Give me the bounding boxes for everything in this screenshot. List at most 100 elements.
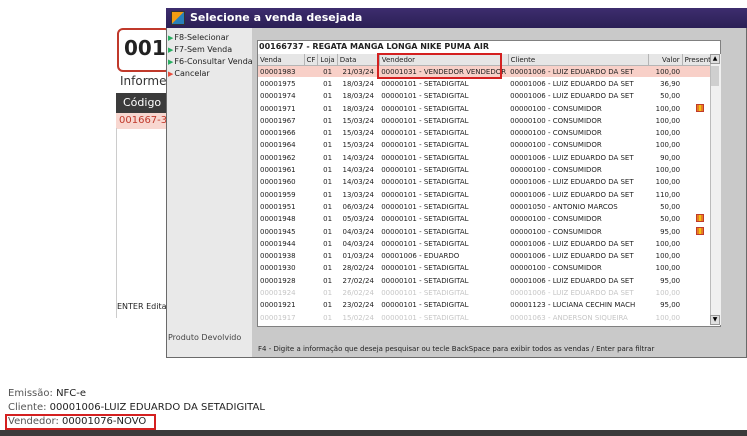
- cell-data: 21/03/24: [337, 65, 380, 79]
- table-row[interactable]: 00001964 01 15/03/24 00000101 - SETADIGITAL…: [258, 139, 718, 153]
- cell-data: 14/03/24: [337, 163, 380, 177]
- column-header-cliente[interactable]: Cliente: [508, 54, 649, 66]
- cell-venda: 00001974: [258, 90, 304, 103]
- produto-devolvido-button[interactable]: Produto Devolvido: [168, 333, 241, 342]
- cell-data: 15/03/24: [337, 139, 380, 153]
- cell-data: 06/03/24: [337, 200, 380, 214]
- cell-cliente: 00001063 - ANDERSON SIQUEIRA: [508, 311, 649, 325]
- cell-venda: 00001924: [258, 286, 304, 300]
- menu-f7-sem-venda[interactable]: ▶ F7-Sem Venda: [168, 45, 232, 54]
- vertical-scrollbar[interactable]: [710, 54, 721, 325]
- table-row[interactable]: 00001928 01 27/02/24 00000101 - SETADIGITAL…: [258, 274, 718, 288]
- cell-vendedor: 00001006 - EDUARDO: [379, 249, 509, 263]
- cell-cf: [304, 213, 318, 226]
- cell-valor: 100,00: [648, 176, 683, 189]
- cell-loja: 01: [317, 176, 338, 189]
- column-header-valor[interactable]: Valor: [648, 54, 683, 66]
- play-icon: ▶: [168, 69, 174, 78]
- cell-valor: 110,00: [648, 188, 683, 202]
- cell-venda: 00001964: [258, 139, 304, 153]
- cell-valor: 50,00: [648, 200, 683, 214]
- cell-cliente: 00000100 - CONSUMIDOR: [508, 213, 649, 226]
- scroll-up-icon[interactable]: ▲: [710, 54, 720, 64]
- table-row[interactable]: 00001930 01 28/02/24 00000101 - SETADIGITAL…: [258, 262, 718, 276]
- cliente-line: Cliente: 00001006-LUIZ EDUARDO DA SETADI…: [8, 402, 265, 413]
- cell-cliente: 00001006 - LUIZ EDUARDO DA SET: [508, 237, 649, 251]
- table-row[interactable]: 00001921 01 23/02/24 00000101 - SETADIGITAL…: [258, 299, 718, 312]
- emissao-value: NFC-e: [56, 388, 87, 399]
- cell-valor: 95,00: [648, 274, 683, 288]
- cell-cf: [304, 200, 318, 214]
- cell-valor: 100,00: [648, 65, 683, 79]
- cell-venda: 00001962: [258, 151, 304, 165]
- column-header-loja[interactable]: Loja: [317, 54, 338, 66]
- cell-vendedor: 00000101 - SETADIGITAL: [379, 77, 509, 91]
- cell-cf: [304, 188, 318, 202]
- cell-cf: [304, 176, 318, 189]
- table-row[interactable]: 00001948 01 05/03/24 00000101 - SETADIGITAL…: [258, 213, 718, 226]
- scrollbar-thumb[interactable]: [711, 66, 719, 86]
- table-row[interactable]: 00001960 01 14/03/24 00000101 - SETADIGITAL…: [258, 176, 718, 189]
- table-row[interactable]: 00001961 01 14/03/24 00000101 - SETADIGITAL…: [258, 163, 718, 177]
- cell-data: 15/03/24: [337, 126, 380, 140]
- cell-venda: 00001921: [258, 299, 304, 312]
- dialog-title: Selecione a venda desejada: [190, 11, 363, 24]
- table-row[interactable]: 00001959 01 13/03/24 00000101 - SETADIGITAL…: [258, 188, 718, 202]
- cell-cf: [304, 77, 318, 91]
- cell-cf: [304, 126, 318, 140]
- cell-venda: 00001951: [258, 200, 304, 214]
- cell-cf: [304, 151, 318, 165]
- menu-cancelar[interactable]: ▶ Cancelar: [168, 69, 210, 78]
- table-row[interactable]: 00001962 01 14/03/24 00000101 - SETADIGITAL…: [258, 151, 718, 165]
- cell-loja: 01: [317, 262, 338, 276]
- cell-cf: [304, 299, 318, 312]
- cell-loja: 01: [317, 311, 338, 325]
- gift-icon: [695, 214, 704, 223]
- column-header-venda[interactable]: Venda: [258, 54, 305, 66]
- cell-venda: 00001971: [258, 102, 304, 116]
- table-row[interactable]: 00001924 01 26/02/24 00000101 - SETADIGITAL…: [258, 286, 718, 300]
- cell-loja: 01: [317, 274, 338, 288]
- app-icon: [171, 11, 185, 25]
- cell-vendedor: 00000101 - SETADIGITAL: [379, 311, 509, 325]
- table-row[interactable]: 00001974 01 18/03/24 00000101 - SETADIGITAL…: [258, 90, 718, 103]
- scroll-down-icon[interactable]: ▼: [710, 315, 720, 325]
- cell-valor: 100,00: [648, 114, 683, 128]
- table-row[interactable]: 00001951 01 06/03/24 00000101 - SETADIGITAL…: [258, 200, 718, 214]
- cell-cliente: 00001123 - LUCIANA CECHIN MACH: [508, 299, 649, 312]
- table-row[interactable]: 00001945 01 04/03/24 00000101 - SETADIGITAL…: [258, 225, 718, 239]
- cell-venda: 00001967: [258, 114, 304, 128]
- table-row[interactable]: 00001917 01 15/02/24 00000101 - SETADIGITAL…: [258, 311, 718, 325]
- cell-cf: [304, 102, 318, 116]
- background-title: 001: [124, 36, 166, 60]
- cell-venda: 00001930: [258, 262, 304, 276]
- table-row[interactable]: 00001944 01 04/03/24 00000101 - SETADIGITAL…: [258, 237, 718, 251]
- menu-label: F7-Sem Venda: [174, 45, 233, 54]
- cell-cf: [304, 90, 318, 103]
- cell-cliente: 00000100 - CONSUMIDOR: [508, 139, 649, 153]
- cell-data: 05/03/24: [337, 213, 380, 226]
- menu-label: F8-Selecionar: [174, 33, 229, 42]
- cell-venda: 00001945: [258, 225, 304, 239]
- table-row[interactable]: 00001975 01 18/03/24 00000101 - SETADIGITAL…: [258, 77, 718, 91]
- table-row[interactable]: 00001967 01 15/03/24 00000101 - SETADIGITAL…: [258, 114, 718, 128]
- cell-vendedor: 00000101 - SETADIGITAL: [379, 90, 509, 103]
- cell-vendedor: 00000101 - SETADIGITAL: [379, 274, 509, 288]
- cliente-value: 00001006-LUIZ EDUARDO DA SETADIGITAL: [49, 402, 265, 413]
- cell-loja: 01: [317, 188, 338, 202]
- column-header-data[interactable]: Data: [337, 54, 380, 66]
- cell-vendedor: 00000101 - SETADIGITAL: [379, 126, 509, 140]
- menu-f6-consultar-venda[interactable]: ▶ F6-Consultar Venda: [168, 57, 253, 66]
- menu-f8-selecionar[interactable]: ▶ F8-Selecionar: [168, 33, 229, 42]
- cell-valor: 100,00: [648, 311, 683, 325]
- cell-cliente: 00001006 - LUIZ EDUARDO DA SET: [508, 90, 649, 103]
- table-row[interactable]: 00001966 01 15/03/24 00000101 - SETADIGITAL…: [258, 126, 718, 140]
- cell-loja: 01: [317, 286, 338, 300]
- table-row[interactable]: 00001938 01 01/03/24 00001006 - EDUARDO 0000…: [258, 249, 718, 263]
- vendedor-highlight: [377, 53, 502, 79]
- cell-valor: 100,00: [648, 126, 683, 140]
- cell-cf: [304, 114, 318, 128]
- dialog-footer-hint: F4 - Digite a informação que deseja pesq…: [258, 345, 655, 353]
- column-header-cf[interactable]: CF: [304, 54, 319, 66]
- table-row[interactable]: 00001971 01 18/03/24 00000101 - SETADIGITAL…: [258, 102, 718, 116]
